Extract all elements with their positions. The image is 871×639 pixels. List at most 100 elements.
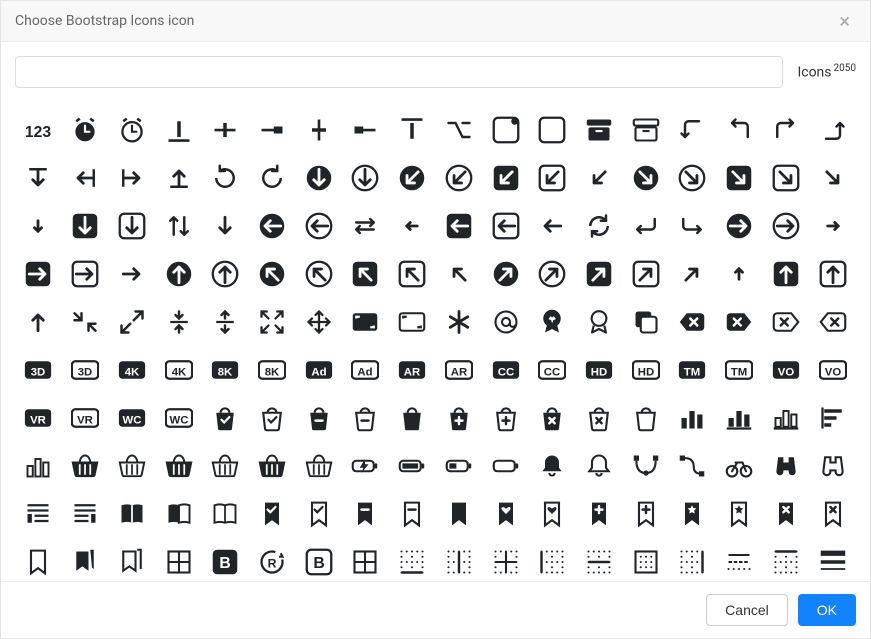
arrow-left-icon[interactable] [529,202,576,250]
search-input[interactable] [15,56,783,88]
bookmark-star-icon[interactable] [716,490,763,538]
arrows-fullscreen-icon[interactable] [249,298,296,346]
arrow-right-circle-icon[interactable] [763,202,810,250]
bookmarks-fill-icon[interactable] [62,538,109,581]
basket-fill-icon[interactable] [62,442,109,490]
binoculars-icon[interactable] [809,442,856,490]
bookmark-plus-fill-icon[interactable] [576,490,623,538]
alt-icon[interactable] [435,106,482,154]
arrow-return-right-icon[interactable] [669,202,716,250]
ok-button[interactable]: OK [798,594,856,626]
arrow-right-square-fill-icon[interactable] [15,250,62,298]
book-icon[interactable] [202,490,249,538]
arrow-right-square-icon[interactable] [62,250,109,298]
asterisk-icon[interactable] [435,298,482,346]
arrow-down-left-icon[interactable] [576,154,623,202]
arrow-left-circle-icon[interactable] [295,202,342,250]
badge-tm-fill-icon[interactable]: TM [669,346,716,394]
arrow-up-left-icon[interactable] [435,250,482,298]
badge-3d-fill-icon[interactable]: 3D [15,346,62,394]
arrows-angle-contract-icon[interactable] [62,298,109,346]
bag-icon[interactable] [622,394,669,442]
border-outer-icon[interactable] [622,538,669,581]
badge-3d-icon[interactable]: 3D [62,346,109,394]
arrow-down-right-circle-fill-icon[interactable] [622,154,669,202]
align-start-icon[interactable] [342,106,389,154]
badge-hd-fill-icon[interactable]: HD [576,346,623,394]
award-icon[interactable] [576,298,623,346]
badge-vr-fill-icon[interactable]: VR [15,394,62,442]
alarm-fill-icon[interactable] [62,106,109,154]
arrow-right-circle-fill-icon[interactable] [716,202,763,250]
align-middle-icon[interactable] [295,106,342,154]
alarm-icon[interactable] [108,106,155,154]
basket3-fill-icon[interactable] [249,442,296,490]
arrow-down-circle-icon[interactable] [342,154,389,202]
arrow-up-left-square-fill-icon[interactable] [342,250,389,298]
bookmark-x-icon[interactable] [809,490,856,538]
book-half-icon[interactable] [155,490,202,538]
arrow-left-short-icon[interactable] [389,202,436,250]
badge-cc-icon[interactable]: CC [529,346,576,394]
bookmark-dash-icon[interactable] [389,490,436,538]
arrow-left-square-fill-icon[interactable] [435,202,482,250]
arrow-up-circle-icon[interactable] [202,250,249,298]
border-all-icon[interactable] [342,538,389,581]
bookmark-x-fill-icon[interactable] [763,490,810,538]
blockquote-right-icon[interactable] [62,490,109,538]
bookmark-star-fill-icon[interactable] [669,490,716,538]
badge-tm-icon[interactable]: TM [716,346,763,394]
bezier2-icon[interactable] [669,442,716,490]
bookmark-check-icon[interactable] [295,490,342,538]
bag-plus-fill-icon[interactable] [435,394,482,442]
align-top-icon[interactable] [389,106,436,154]
binoculars-fill-icon[interactable] [763,442,810,490]
badge-vo-fill-icon[interactable]: VO [763,346,810,394]
bar-chart-line-icon[interactable] [763,394,810,442]
arrow-90deg-left-icon[interactable] [716,106,763,154]
backspace-icon[interactable] [809,298,856,346]
archive-fill-icon[interactable] [576,106,623,154]
bootstrap-fill-icon[interactable]: B [202,538,249,581]
badge-vo-icon[interactable]: VO [809,346,856,394]
battery-half-icon[interactable] [435,442,482,490]
border-right-icon[interactable] [669,538,716,581]
arrow-90deg-right-icon[interactable] [763,106,810,154]
backspace-reverse-icon[interactable] [763,298,810,346]
arrow-left-right-icon[interactable] [342,202,389,250]
arrow-down-right-circle-icon[interactable] [669,154,716,202]
blockquote-left-icon[interactable] [15,490,62,538]
award-fill-icon[interactable] [529,298,576,346]
badge-8k-icon[interactable]: 8K [249,346,296,394]
arrow-up-icon[interactable] [15,298,62,346]
bookmark-heart-icon[interactable] [529,490,576,538]
arrow-counterclockwise-icon[interactable] [249,154,296,202]
bookmark-heart-fill-icon[interactable] [482,490,529,538]
arrows-angle-expand-icon[interactable] [108,298,155,346]
arrow-up-right-square-fill-icon[interactable] [576,250,623,298]
arrow-90deg-up-icon[interactable] [809,106,856,154]
badge-ar-icon[interactable]: AR [435,346,482,394]
back-icon[interactable] [622,298,669,346]
arrows-expand-icon[interactable] [202,298,249,346]
border-center-icon[interactable] [435,538,482,581]
arrow-bar-down-icon[interactable] [15,154,62,202]
align-bottom-icon[interactable] [155,106,202,154]
arrow-down-right-icon[interactable] [809,154,856,202]
border-middle-icon[interactable] [576,538,623,581]
arrow-down-square-icon[interactable] [108,202,155,250]
bicycle-icon[interactable] [716,442,763,490]
app-indicator-icon[interactable] [482,106,529,154]
basket3-icon[interactable] [295,442,342,490]
bookmark-check-fill-icon[interactable] [249,490,296,538]
backspace-reverse-fill-icon[interactable] [716,298,763,346]
basket2-fill-icon[interactable] [155,442,202,490]
bezier-icon[interactable] [622,442,669,490]
border-width-icon[interactable] [809,538,856,581]
book-fill-icon[interactable] [108,490,155,538]
arrows-move-icon[interactable] [295,298,342,346]
arrow-up-right-square-icon[interactable] [622,250,669,298]
arrow-return-left-icon[interactable] [622,202,669,250]
bell-icon[interactable] [576,442,623,490]
badge-ad-fill-icon[interactable]: Ad [295,346,342,394]
